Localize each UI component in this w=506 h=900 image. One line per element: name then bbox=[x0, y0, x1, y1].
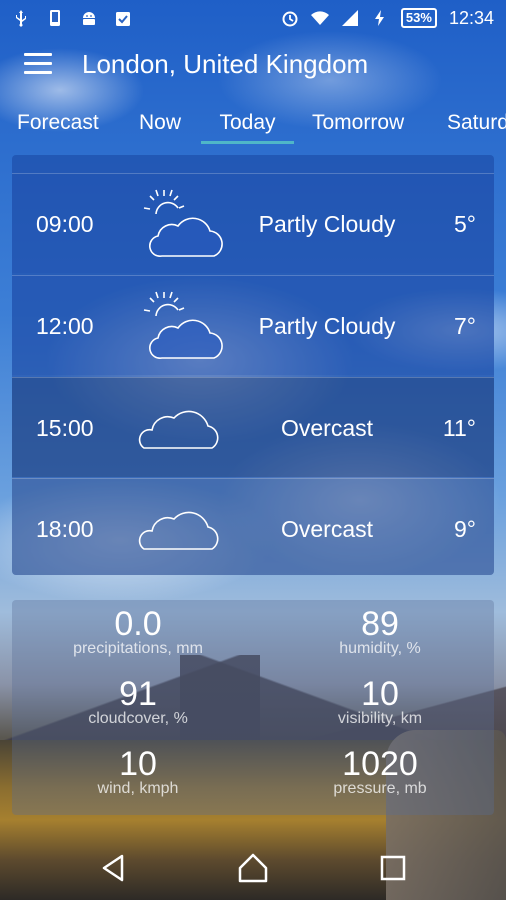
home-icon[interactable] bbox=[235, 850, 271, 886]
tab-label: Now bbox=[139, 111, 182, 134]
humidity-value: 89 bbox=[361, 605, 399, 643]
forecast-time: 12:00 bbox=[36, 312, 94, 339]
hamburger-menu-icon[interactable] bbox=[24, 53, 52, 75]
tab-today[interactable]: Today bbox=[201, 100, 294, 146]
tab-label: Saturday bbox=[447, 111, 506, 134]
wind-value: 10 bbox=[119, 745, 157, 783]
weather-details-card: 0.0 precipitations, mm 89 humidity, % 91… bbox=[12, 600, 494, 815]
forecast-row[interactable]: 18:00 Overcast 9° bbox=[12, 478, 494, 575]
humidity-label: humidity, % bbox=[339, 640, 421, 657]
forecast-row[interactable]: 15:00 Overcast 11° bbox=[12, 377, 494, 477]
wind-label: wind, kmph bbox=[97, 780, 179, 797]
android-icon bbox=[83, 12, 95, 25]
alarm-icon bbox=[282, 11, 298, 27]
cloudcover-value: 91 bbox=[119, 675, 157, 713]
status-bar: 53% 12:34 bbox=[0, 0, 506, 36]
visibility-metric: 10 visibility, km bbox=[280, 676, 480, 728]
tab-strip: Forecast Now Today Tomorrow Saturday bbox=[0, 100, 506, 146]
wifi-icon bbox=[310, 11, 329, 25]
clock: 12:34 bbox=[448, 7, 494, 28]
forecast-condition: Overcast bbox=[280, 515, 374, 542]
forecast-row[interactable]: 12:00 Partly Cloudy 7° bbox=[12, 275, 494, 375]
clipboard-check-icon bbox=[116, 12, 130, 26]
battery-level: 53% bbox=[400, 8, 437, 28]
humidity-metric: 89 humidity, % bbox=[280, 606, 480, 658]
forecast-temperature: 11° bbox=[442, 414, 476, 441]
hourly-forecast-card: 09:00 Partly Cloudy 5° 12:00 Partly Clou… bbox=[12, 155, 494, 575]
charging-icon bbox=[374, 10, 384, 26]
location-title: London, United Kingdom bbox=[82, 48, 369, 79]
forecast-time: 18:00 bbox=[36, 515, 94, 542]
forecast-condition: Overcast bbox=[280, 414, 374, 441]
wind-metric: 10 wind, kmph bbox=[38, 746, 238, 798]
forecast-temperature: 9° bbox=[454, 515, 476, 542]
visibility-value: 10 bbox=[361, 675, 399, 713]
tab-label: Today bbox=[219, 111, 276, 134]
tab-saturday[interactable]: Saturday bbox=[447, 100, 506, 146]
system-navigation-bar bbox=[0, 836, 506, 900]
pressure-label: pressure, mb bbox=[333, 780, 427, 797]
app-bar: London, United Kingdom bbox=[0, 36, 506, 92]
partly-cloudy-icon bbox=[143, 189, 223, 257]
precipitation-metric: 0.0 precipitations, mm bbox=[38, 606, 238, 658]
overcast-icon bbox=[138, 410, 219, 449]
visibility-label: visibility, km bbox=[337, 710, 423, 727]
recent-apps-icon[interactable] bbox=[375, 850, 411, 886]
pressure-value: 1020 bbox=[342, 745, 418, 783]
signal-icon bbox=[341, 10, 358, 26]
forecast-temperature: 5° bbox=[454, 210, 476, 237]
pressure-metric: 1020 pressure, mb bbox=[280, 746, 480, 798]
usb-icon bbox=[16, 10, 26, 27]
tab-label: Forecast bbox=[17, 111, 99, 134]
tab-tomorrow[interactable]: Tomorrow bbox=[312, 100, 404, 146]
forecast-condition: Partly Cloudy bbox=[258, 312, 396, 339]
phone-icon bbox=[50, 10, 60, 26]
forecast-time: 15:00 bbox=[36, 414, 94, 441]
cloudcover-label: cloudcover, % bbox=[88, 710, 188, 727]
precipitation-value: 0.0 bbox=[114, 605, 162, 643]
tab-now[interactable]: Now bbox=[139, 100, 181, 146]
forecast-temperature: 7° bbox=[454, 312, 476, 339]
tab-forecast[interactable]: Forecast bbox=[17, 100, 99, 146]
tab-label: Tomorrow bbox=[312, 111, 405, 134]
cloudcover-metric: 91 cloudcover, % bbox=[38, 676, 238, 728]
forecast-time: 09:00 bbox=[36, 210, 94, 237]
partly-cloudy-icon bbox=[143, 291, 223, 359]
forecast-row[interactable]: 09:00 Partly Cloudy 5° bbox=[12, 173, 494, 273]
forecast-condition: Partly Cloudy bbox=[258, 210, 396, 237]
overcast-icon bbox=[138, 511, 219, 550]
back-icon[interactable] bbox=[96, 850, 132, 886]
precipitation-label: precipitations, mm bbox=[73, 640, 203, 657]
